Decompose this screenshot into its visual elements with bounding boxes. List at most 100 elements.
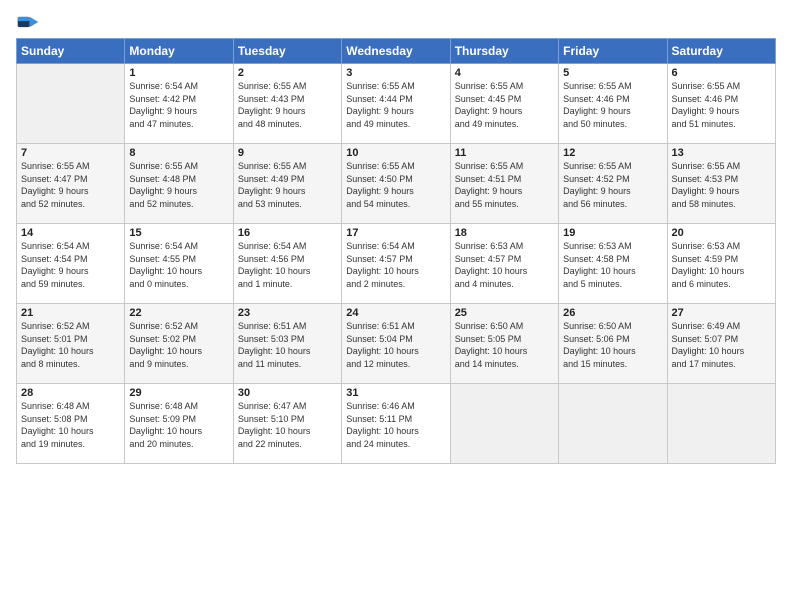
weekday-header: Sunday [17, 39, 125, 64]
calendar-cell: 13Sunrise: 6:55 AM Sunset: 4:53 PM Dayli… [667, 144, 775, 224]
day-info: Sunrise: 6:54 AM Sunset: 4:57 PM Dayligh… [346, 240, 445, 290]
day-info: Sunrise: 6:54 AM Sunset: 4:42 PM Dayligh… [129, 80, 228, 130]
calendar-week-row: 21Sunrise: 6:52 AM Sunset: 5:01 PM Dayli… [17, 304, 776, 384]
day-number: 9 [238, 147, 337, 159]
day-number: 30 [238, 387, 337, 399]
day-info: Sunrise: 6:46 AM Sunset: 5:11 PM Dayligh… [346, 400, 445, 450]
day-info: Sunrise: 6:55 AM Sunset: 4:47 PM Dayligh… [21, 160, 120, 210]
calendar-week-row: 7Sunrise: 6:55 AM Sunset: 4:47 PM Daylig… [17, 144, 776, 224]
day-number: 16 [238, 227, 337, 239]
calendar-cell: 31Sunrise: 6:46 AM Sunset: 5:11 PM Dayli… [342, 384, 450, 464]
calendar-cell: 12Sunrise: 6:55 AM Sunset: 4:52 PM Dayli… [559, 144, 667, 224]
calendar-cell: 15Sunrise: 6:54 AM Sunset: 4:55 PM Dayli… [125, 224, 233, 304]
calendar-cell: 9Sunrise: 6:55 AM Sunset: 4:49 PM Daylig… [233, 144, 341, 224]
calendar-cell [17, 64, 125, 144]
calendar-cell: 19Sunrise: 6:53 AM Sunset: 4:58 PM Dayli… [559, 224, 667, 304]
day-info: Sunrise: 6:55 AM Sunset: 4:43 PM Dayligh… [238, 80, 337, 130]
calendar-cell: 18Sunrise: 6:53 AM Sunset: 4:57 PM Dayli… [450, 224, 558, 304]
day-number: 20 [672, 227, 771, 239]
calendar-cell: 25Sunrise: 6:50 AM Sunset: 5:05 PM Dayli… [450, 304, 558, 384]
calendar-cell: 30Sunrise: 6:47 AM Sunset: 5:10 PM Dayli… [233, 384, 341, 464]
day-number: 6 [672, 67, 771, 79]
day-info: Sunrise: 6:47 AM Sunset: 5:10 PM Dayligh… [238, 400, 337, 450]
day-number: 27 [672, 307, 771, 319]
calendar-cell [667, 384, 775, 464]
calendar-cell: 10Sunrise: 6:55 AM Sunset: 4:50 PM Dayli… [342, 144, 450, 224]
day-info: Sunrise: 6:55 AM Sunset: 4:46 PM Dayligh… [563, 80, 662, 130]
day-number: 29 [129, 387, 228, 399]
calendar-cell: 17Sunrise: 6:54 AM Sunset: 4:57 PM Dayli… [342, 224, 450, 304]
calendar-cell: 24Sunrise: 6:51 AM Sunset: 5:04 PM Dayli… [342, 304, 450, 384]
day-info: Sunrise: 6:55 AM Sunset: 4:44 PM Dayligh… [346, 80, 445, 130]
calendar-cell: 20Sunrise: 6:53 AM Sunset: 4:59 PM Dayli… [667, 224, 775, 304]
day-number: 19 [563, 227, 662, 239]
calendar-cell [559, 384, 667, 464]
day-info: Sunrise: 6:50 AM Sunset: 5:06 PM Dayligh… [563, 320, 662, 370]
page-container: SundayMondayTuesdayWednesdayThursdayFrid… [0, 0, 792, 474]
header [16, 10, 776, 34]
day-number: 4 [455, 67, 554, 79]
calendar-cell: 8Sunrise: 6:55 AM Sunset: 4:48 PM Daylig… [125, 144, 233, 224]
calendar-cell: 23Sunrise: 6:51 AM Sunset: 5:03 PM Dayli… [233, 304, 341, 384]
day-number: 28 [21, 387, 120, 399]
day-info: Sunrise: 6:55 AM Sunset: 4:45 PM Dayligh… [455, 80, 554, 130]
logo [16, 10, 44, 34]
day-number: 22 [129, 307, 228, 319]
calendar-cell: 4Sunrise: 6:55 AM Sunset: 4:45 PM Daylig… [450, 64, 558, 144]
calendar-table: SundayMondayTuesdayWednesdayThursdayFrid… [16, 38, 776, 464]
day-info: Sunrise: 6:54 AM Sunset: 4:54 PM Dayligh… [21, 240, 120, 290]
calendar-cell: 11Sunrise: 6:55 AM Sunset: 4:51 PM Dayli… [450, 144, 558, 224]
calendar-cell: 22Sunrise: 6:52 AM Sunset: 5:02 PM Dayli… [125, 304, 233, 384]
day-number: 15 [129, 227, 228, 239]
day-number: 10 [346, 147, 445, 159]
day-number: 8 [129, 147, 228, 159]
calendar-cell [450, 384, 558, 464]
day-number: 11 [455, 147, 554, 159]
day-number: 1 [129, 67, 228, 79]
calendar-cell: 5Sunrise: 6:55 AM Sunset: 4:46 PM Daylig… [559, 64, 667, 144]
day-info: Sunrise: 6:50 AM Sunset: 5:05 PM Dayligh… [455, 320, 554, 370]
day-info: Sunrise: 6:54 AM Sunset: 4:55 PM Dayligh… [129, 240, 228, 290]
day-info: Sunrise: 6:53 AM Sunset: 4:57 PM Dayligh… [455, 240, 554, 290]
calendar-cell: 14Sunrise: 6:54 AM Sunset: 4:54 PM Dayli… [17, 224, 125, 304]
weekday-header: Friday [559, 39, 667, 64]
day-number: 2 [238, 67, 337, 79]
day-info: Sunrise: 6:53 AM Sunset: 4:58 PM Dayligh… [563, 240, 662, 290]
day-number: 24 [346, 307, 445, 319]
day-info: Sunrise: 6:55 AM Sunset: 4:53 PM Dayligh… [672, 160, 771, 210]
weekday-header: Saturday [667, 39, 775, 64]
day-info: Sunrise: 6:48 AM Sunset: 5:08 PM Dayligh… [21, 400, 120, 450]
weekday-header: Thursday [450, 39, 558, 64]
calendar-cell: 29Sunrise: 6:48 AM Sunset: 5:09 PM Dayli… [125, 384, 233, 464]
day-info: Sunrise: 6:53 AM Sunset: 4:59 PM Dayligh… [672, 240, 771, 290]
calendar-cell: 26Sunrise: 6:50 AM Sunset: 5:06 PM Dayli… [559, 304, 667, 384]
day-info: Sunrise: 6:55 AM Sunset: 4:51 PM Dayligh… [455, 160, 554, 210]
day-number: 17 [346, 227, 445, 239]
calendar-cell: 1Sunrise: 6:54 AM Sunset: 4:42 PM Daylig… [125, 64, 233, 144]
day-number: 14 [21, 227, 120, 239]
day-number: 26 [563, 307, 662, 319]
day-number: 31 [346, 387, 445, 399]
day-info: Sunrise: 6:55 AM Sunset: 4:48 PM Dayligh… [129, 160, 228, 210]
day-number: 5 [563, 67, 662, 79]
calendar-week-row: 14Sunrise: 6:54 AM Sunset: 4:54 PM Dayli… [17, 224, 776, 304]
calendar-cell: 27Sunrise: 6:49 AM Sunset: 5:07 PM Dayli… [667, 304, 775, 384]
calendar-week-row: 28Sunrise: 6:48 AM Sunset: 5:08 PM Dayli… [17, 384, 776, 464]
day-info: Sunrise: 6:48 AM Sunset: 5:09 PM Dayligh… [129, 400, 228, 450]
weekday-header: Tuesday [233, 39, 341, 64]
day-info: Sunrise: 6:55 AM Sunset: 4:49 PM Dayligh… [238, 160, 337, 210]
day-info: Sunrise: 6:55 AM Sunset: 4:50 PM Dayligh… [346, 160, 445, 210]
calendar-cell: 3Sunrise: 6:55 AM Sunset: 4:44 PM Daylig… [342, 64, 450, 144]
day-number: 7 [21, 147, 120, 159]
calendar-cell: 28Sunrise: 6:48 AM Sunset: 5:08 PM Dayli… [17, 384, 125, 464]
day-number: 13 [672, 147, 771, 159]
day-number: 12 [563, 147, 662, 159]
day-info: Sunrise: 6:52 AM Sunset: 5:02 PM Dayligh… [129, 320, 228, 370]
calendar-cell: 16Sunrise: 6:54 AM Sunset: 4:56 PM Dayli… [233, 224, 341, 304]
calendar-week-row: 1Sunrise: 6:54 AM Sunset: 4:42 PM Daylig… [17, 64, 776, 144]
day-info: Sunrise: 6:51 AM Sunset: 5:03 PM Dayligh… [238, 320, 337, 370]
logo-icon [16, 10, 40, 34]
day-info: Sunrise: 6:55 AM Sunset: 4:52 PM Dayligh… [563, 160, 662, 210]
day-number: 23 [238, 307, 337, 319]
calendar-cell: 2Sunrise: 6:55 AM Sunset: 4:43 PM Daylig… [233, 64, 341, 144]
